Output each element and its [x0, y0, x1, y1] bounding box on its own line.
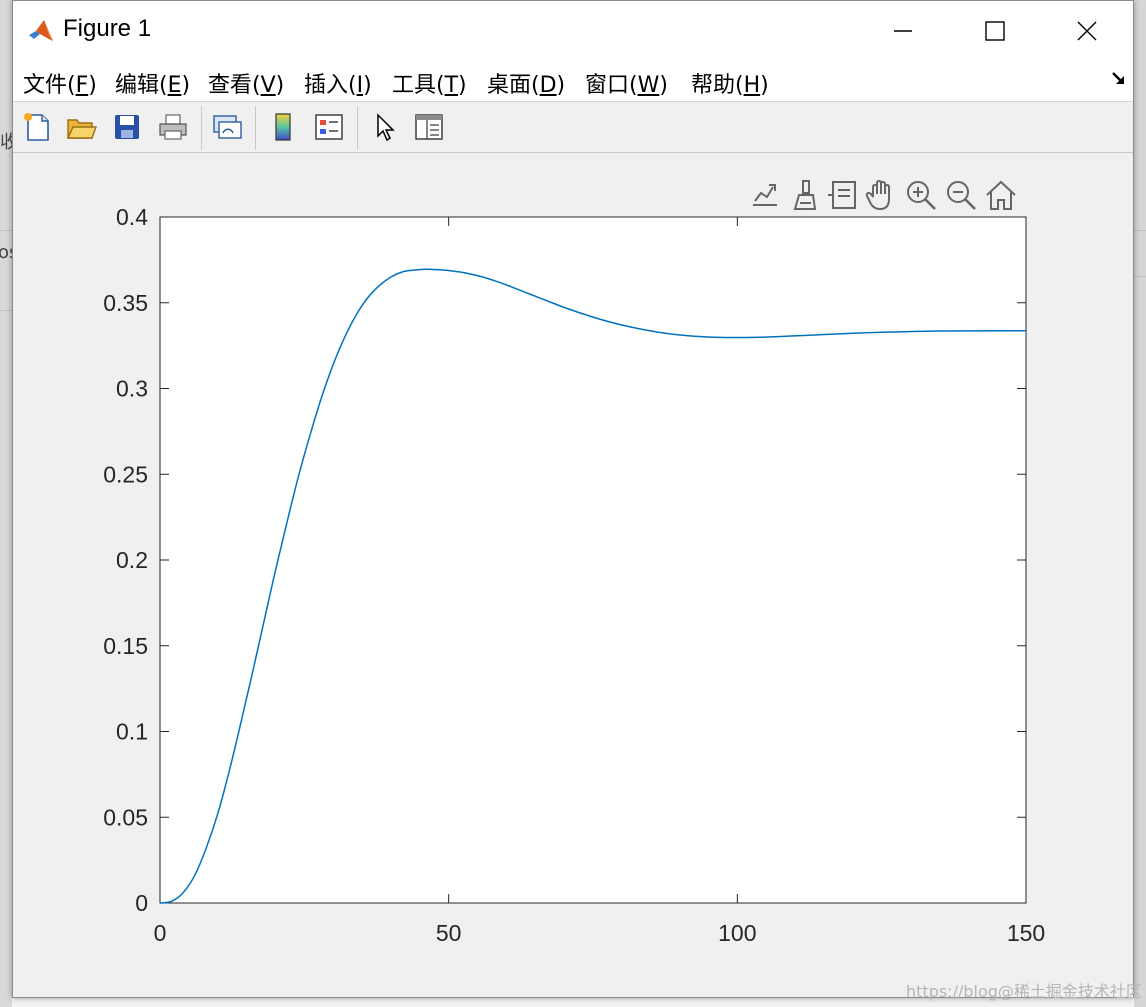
export-button[interactable]: [747, 177, 783, 213]
pan-button[interactable]: [863, 177, 899, 213]
minimize-icon: [894, 30, 912, 32]
maximize-button[interactable]: [949, 1, 1041, 61]
open-file-icon: [66, 119, 97, 139]
toolbar-separator: [255, 106, 256, 150]
figure-window: Figure 1 文件(F) 编辑(E) 查看(V) 插入(I) 工具(T) 桌…: [12, 0, 1134, 998]
plot-area: 0 50 100 150 0 0.05 0.1 0.15 0.2 0.25 0.3 0.35 0.4: [13, 153, 1133, 997]
brush-icon: [793, 180, 817, 210]
y-tick-label: 0.15: [103, 633, 148, 659]
dock-arrow-icon[interactable]: [1109, 69, 1129, 89]
close-icon: [1077, 21, 1097, 41]
data-tips-icon: [828, 181, 856, 209]
colorbar-icon: [275, 113, 291, 141]
menu-desktop[interactable]: 桌面(D): [487, 67, 565, 99]
y-tick-label: 0.4: [116, 204, 148, 230]
print-button[interactable]: [155, 109, 191, 145]
colorbar-button[interactable]: [265, 109, 301, 145]
y-tick-label: 0.3: [116, 376, 148, 402]
y-tick-label: 0.25: [103, 461, 148, 487]
edit-plot-button[interactable]: [367, 109, 403, 145]
y-tick-label: 0.05: [103, 804, 148, 830]
link-plot-icon: [213, 115, 242, 139]
y-tick-label: 0.1: [116, 719, 148, 745]
x-tick-label: 150: [1007, 920, 1045, 946]
watermark: https://blog@稀土掘金技术社区: [906, 982, 1142, 1001]
toolbar-separator: [357, 106, 358, 150]
background-divider: [0, 230, 12, 231]
property-inspector-button[interactable]: [411, 109, 447, 145]
open-file-button[interactable]: [63, 109, 99, 145]
brush-button[interactable]: [787, 177, 823, 213]
background-divider: [0, 310, 12, 311]
window-title: Figure 1: [63, 15, 152, 42]
data-tips-button[interactable]: [825, 177, 861, 213]
background-divider: [1134, 276, 1146, 277]
close-button[interactable]: [1041, 1, 1133, 61]
y-tick-label: 0: [135, 890, 148, 916]
save-icon: [115, 115, 139, 139]
zoom-in-icon: [907, 181, 936, 210]
home-icon: [986, 180, 1016, 210]
x-tick-label: 50: [436, 920, 462, 946]
link-plot-button[interactable]: [209, 109, 245, 145]
property-inspector-icon: [415, 114, 443, 140]
y-tick-label: 0.35: [103, 290, 148, 316]
menu-bar: 文件(F) 编辑(E) 查看(V) 插入(I) 工具(T) 桌面(D) 窗口(W…: [13, 61, 1133, 101]
toolbar-separator: [201, 106, 202, 150]
zoom-out-icon: [947, 181, 976, 210]
title-bar[interactable]: Figure 1: [13, 1, 1133, 61]
menu-edit[interactable]: 编辑(E): [115, 67, 190, 99]
legend-icon: [315, 114, 343, 140]
x-tick-label: 0: [154, 920, 167, 946]
line-chart[interactable]: 0 50 100 150 0 0.05 0.1 0.15 0.2 0.25 0.3 0.35 0.4: [13, 153, 1133, 997]
matlab-logo-icon: [27, 17, 55, 45]
y-tick-label: 0.2: [116, 547, 148, 573]
print-icon: [159, 114, 187, 140]
axes-toolbar: [747, 177, 1027, 213]
figure-toolbar: [13, 101, 1133, 153]
background-divider: [1134, 230, 1146, 231]
legend-button[interactable]: [311, 109, 347, 145]
export-icon: [753, 184, 777, 206]
menu-view[interactable]: 查看(V): [208, 67, 284, 99]
menu-file[interactable]: 文件(F): [23, 67, 97, 99]
menu-window[interactable]: 窗口(W): [585, 67, 668, 99]
minimize-button[interactable]: [857, 1, 949, 61]
menu-insert[interactable]: 插入(I): [304, 67, 372, 99]
save-button[interactable]: [109, 109, 145, 145]
new-figure-button[interactable]: [19, 109, 55, 145]
edit-plot-arrow-icon: [377, 113, 395, 142]
menu-tools[interactable]: 工具(T): [392, 67, 467, 99]
new-figure-icon: [24, 113, 49, 141]
pan-icon: [865, 179, 890, 211]
zoom-in-button[interactable]: [903, 177, 939, 213]
zoom-out-button[interactable]: [943, 177, 979, 213]
background-right-strip: [1134, 0, 1146, 1007]
x-tick-label: 100: [718, 920, 756, 946]
menu-help[interactable]: 帮助(H): [691, 67, 769, 99]
axes-box[interactable]: [159, 216, 1027, 904]
maximize-icon: [985, 21, 1005, 41]
home-button[interactable]: [983, 177, 1019, 213]
